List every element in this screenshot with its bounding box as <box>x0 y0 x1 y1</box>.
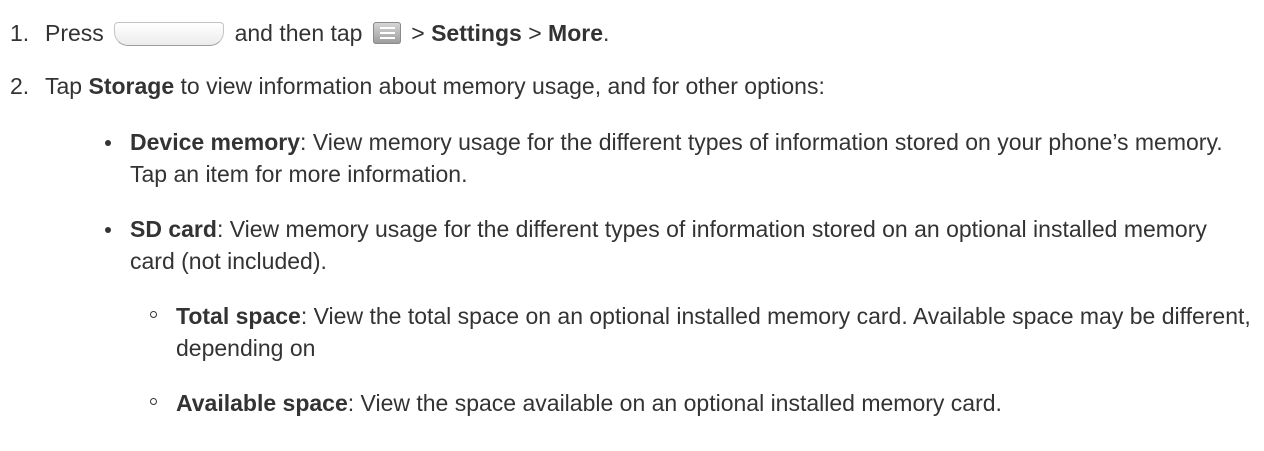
press-text: Press <box>45 20 104 46</box>
step-text: Press and then tap > Settings > More. <box>45 17 609 49</box>
bullet-device-memory: Device memory: View memory usage for the… <box>105 126 1255 192</box>
bullet-text: Device memory: View memory usage for the… <box>130 126 1255 190</box>
bullet-sd-card: SD card: View memory usage for the diffe… <box>105 213 1255 279</box>
storage-term: Storage <box>88 73 175 99</box>
sub-bullet-description: : View the total space on an optional in… <box>176 303 1251 361</box>
sub-bullet-circle <box>150 311 157 318</box>
bullet-text: SD card: View memory usage for the diffe… <box>130 213 1255 277</box>
sub-bullet-description: : View the space available on an optiona… <box>347 390 1002 416</box>
step-number: 1. <box>10 20 30 46</box>
settings-term: Settings <box>431 20 522 46</box>
sub-bullet-text: Total space: View the total space on an … <box>176 300 1260 364</box>
step-text: Tap Storage to view information about me… <box>45 70 825 102</box>
period: . <box>603 20 610 46</box>
more-term: More <box>548 20 603 46</box>
sub-bullet-term: Total space <box>176 303 301 329</box>
sub-bullet-available-space: Available space: View the space availabl… <box>150 387 1260 421</box>
step-2: 2. Tap Storage to view information about… <box>0 70 1264 104</box>
home-button-icon <box>114 22 225 46</box>
bullet-dot <box>105 227 111 233</box>
and-then-tap-text: and then tap <box>234 20 363 46</box>
sub-bullet-text: Available space: View the space availabl… <box>176 387 1260 419</box>
sub-bullet-term: Available space <box>176 390 348 416</box>
bullet-term: SD card <box>130 216 217 242</box>
step-1: 1. Press and then tap > Settings > More. <box>0 17 1264 51</box>
step-2-rest: to view information about memory usage, … <box>180 73 825 99</box>
menu-key-icon <box>372 22 401 44</box>
sub-bullet-total-space: Total space: View the total space on an … <box>150 300 1260 366</box>
tap-text: Tap <box>45 73 83 99</box>
sub-bullet-circle <box>150 398 157 405</box>
separator: > <box>411 20 425 46</box>
bullet-term: Device memory <box>130 129 301 155</box>
bullet-dot <box>105 140 111 146</box>
separator: > <box>528 20 542 46</box>
bullet-description: : View memory usage for the different ty… <box>130 216 1207 274</box>
step-number: 2. <box>10 73 30 99</box>
